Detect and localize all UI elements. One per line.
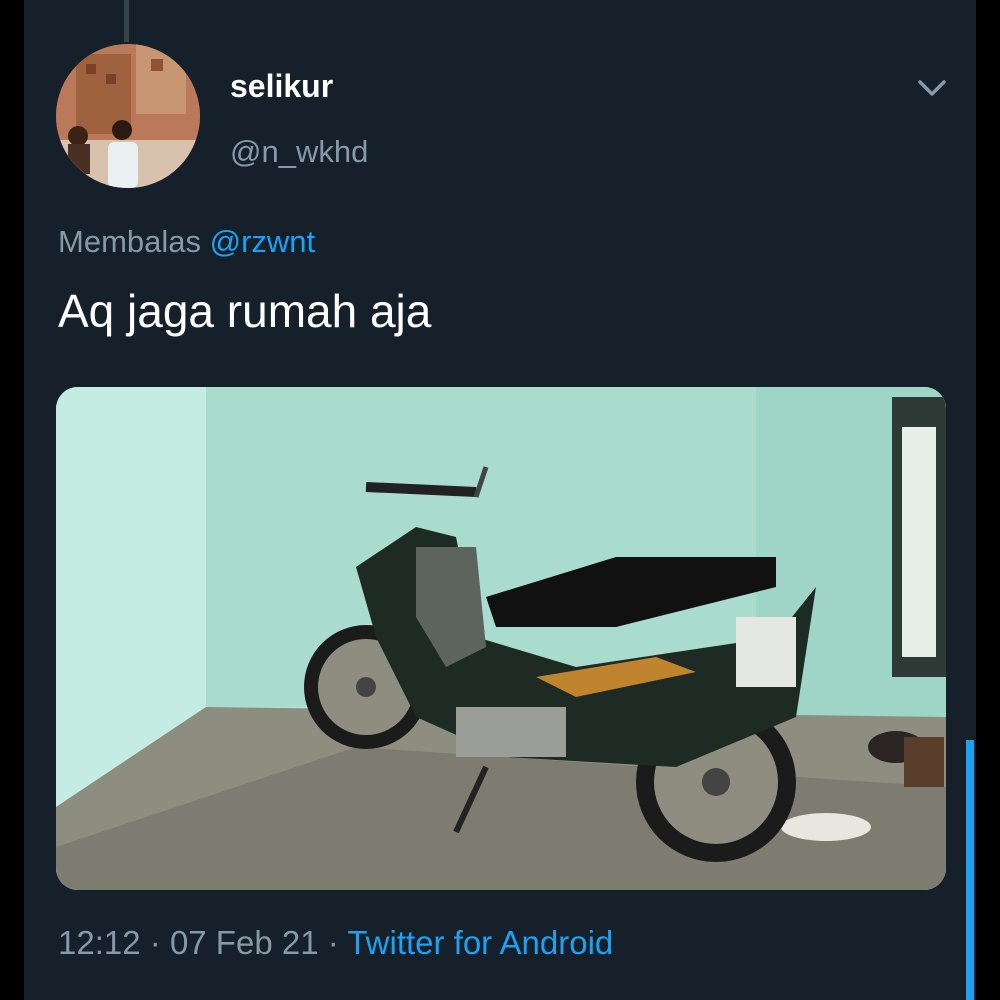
tweet-source-link[interactable]: Twitter for Android	[347, 924, 613, 961]
avatar[interactable]	[56, 44, 200, 188]
tweet-text: Aq jaga rumah aja	[58, 285, 432, 337]
user-handle[interactable]: @n_wkhd	[230, 134, 368, 170]
tweet-media-photo[interactable]	[56, 387, 946, 890]
meta-separator: ·	[149, 924, 161, 961]
thread-connector-line	[124, 0, 129, 42]
scrollbar[interactable]	[966, 740, 974, 1000]
reply-context: Membalas @rzwnt	[58, 224, 315, 260]
avatar-photo	[56, 44, 200, 188]
more-options-button[interactable]	[912, 70, 952, 106]
reply-prefix: Membalas	[58, 224, 201, 259]
meta-separator: ·	[327, 924, 339, 961]
tweet-time[interactable]: 12:12	[58, 924, 141, 961]
tweet-date[interactable]: 07 Feb 21	[170, 924, 319, 961]
chevron-down-icon	[918, 80, 946, 96]
reply-mention-link[interactable]: @rzwnt	[210, 224, 316, 259]
tweet-metadata: 12:12 · 07 Feb 21 · Twitter for Android	[58, 924, 613, 962]
tweet-card: selikur @n_wkhd Membalas @rzwnt Aq jaga …	[24, 0, 976, 1000]
display-name[interactable]: selikur	[230, 68, 333, 105]
motorcycle-photo	[56, 387, 946, 890]
